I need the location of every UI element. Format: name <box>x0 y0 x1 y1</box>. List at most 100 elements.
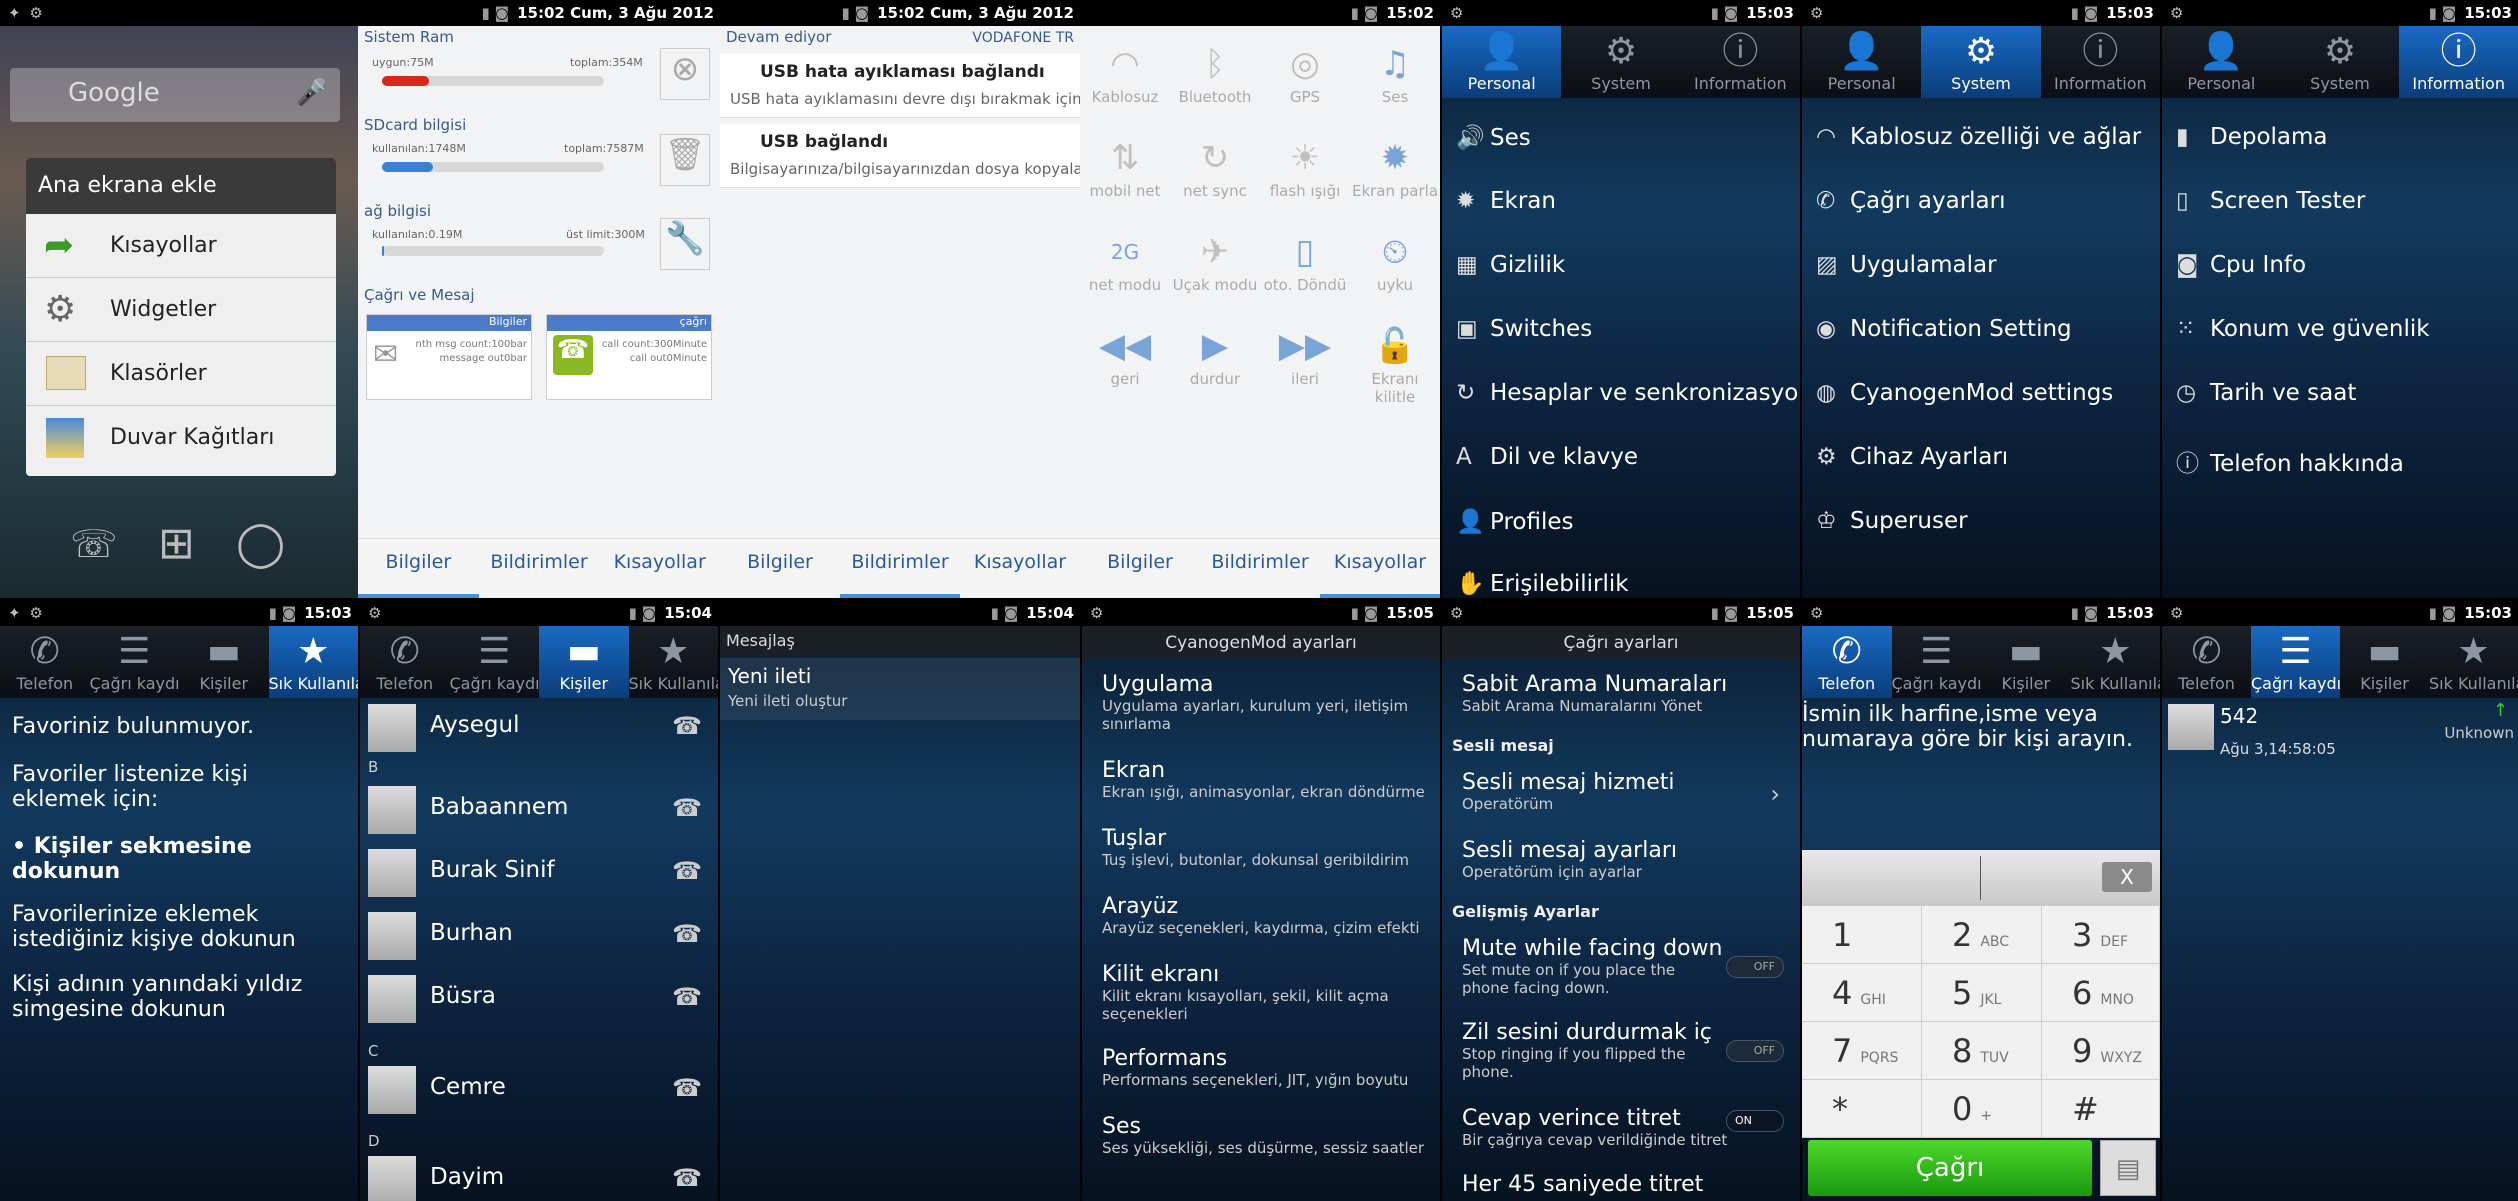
tab-system[interactable]: ⚙ System <box>1921 26 2041 98</box>
ram-clean-button[interactable]: ⊗ <box>660 48 710 100</box>
tab-system[interactable]: ⚙ System <box>1561 26 1680 98</box>
clear-button[interactable]: X <box>2102 862 2152 892</box>
item-applications[interactable]: ▨ Uygulamalar <box>1816 252 1997 278</box>
menu-folders[interactable]: Klasörler <box>26 342 336 406</box>
mute-facing-down-item[interactable]: Mute while facing down Set mute on if you… <box>1462 936 1790 997</box>
tab-information[interactable]: ⓘ Information <box>2399 26 2518 98</box>
cm-item-performance[interactable]: Performans Performans seçenekleri, JIT, y… <box>1102 1046 1430 1089</box>
key-9[interactable]: 9 WXYZ <box>2042 1022 2160 1080</box>
toggle-brightness[interactable]: ✹ Ekran parla <box>1350 134 1440 200</box>
item-switches[interactable]: ▣ Switches <box>1456 316 1592 342</box>
item-screen-tester[interactable]: ▯ Screen Tester <box>2176 188 2365 214</box>
item-date-time[interactable]: ◷ Tarih ve saat <box>2176 380 2356 406</box>
tab-notifications[interactable]: Bildirimler <box>840 539 960 598</box>
item-cpu-info[interactable]: ◙ Cpu Info <box>2176 252 2306 278</box>
toggle-sync[interactable]: ↻ net sync <box>1170 134 1260 200</box>
cm-item-interface[interactable]: Arayüz Arayüz seçenekleri, kaydırma, çizi… <box>1102 894 1430 937</box>
toggle-bluetooth[interactable]: ᛒ Bluetooth <box>1170 40 1260 106</box>
key-7[interactable]: 7 PQRS <box>1802 1022 1922 1080</box>
item-about[interactable]: ⓘ Telefon hakkında <box>2176 444 2404 478</box>
tab-call-log[interactable]: ☰ Çağrı kaydı <box>2251 626 2340 698</box>
toggle-autorotate[interactable]: ▯ oto. Döndü <box>1260 228 1350 294</box>
mic-icon[interactable]: 🎤 <box>296 78 328 108</box>
contact-row[interactable]: Babaannem ☎ <box>368 780 710 836</box>
contact-row[interactable]: Dayim ☎ <box>368 1150 710 1201</box>
flip-stop-ringing-item[interactable]: Zil sesini durdurmak için Stop ringing if… <box>1462 1020 1790 1081</box>
key-star[interactable]: * <box>1802 1080 1922 1138</box>
media-prev[interactable]: ◀◀ geri <box>1080 322 1170 388</box>
key-3[interactable]: 3 DEF <box>2042 906 2160 964</box>
call-card[interactable]: çağrı ☎ call count:300Minute call out0Mi… <box>546 314 712 400</box>
toggle-mobile-data[interactable]: ⇅ mobil net <box>1080 134 1170 200</box>
item-notification[interactable]: ◉ Notification Setting <box>1816 316 2072 342</box>
cm-item-sound[interactable]: Ses Ses yüksekliği, ses düşürme, sessiz s… <box>1102 1114 1430 1157</box>
toggle-sleep[interactable]: ⏲ uyku <box>1350 228 1440 294</box>
tab-contacts[interactable]: ▬ Kişiler <box>539 626 629 698</box>
toggle-off[interactable]: OFF <box>1726 956 1784 978</box>
apps-grid-icon[interactable]: ⊞ <box>158 518 195 569</box>
call-button[interactable]: Çağrı <box>1808 1140 2092 1196</box>
tab-information[interactable]: ⓘ Information <box>2041 26 2160 98</box>
message-card[interactable]: Bilgiler ✉ nth msg count:100bar message … <box>366 314 532 400</box>
key-8[interactable]: 8 TUV <box>1922 1022 2042 1080</box>
tab-phone[interactable]: ✆ Telefon <box>1802 626 1892 698</box>
tab-contacts[interactable]: ▬ Kişiler <box>1981 626 2071 698</box>
item-location[interactable]: ⁙ Konum ve güvenlik <box>2176 316 2430 342</box>
tab-contacts[interactable]: ▬ Kişiler <box>179 626 269 698</box>
cm-item-buttons[interactable]: Tuşlar Tuş işlevi, butonlar, dokunsal ger… <box>1102 826 1430 869</box>
item-superuser[interactable]: ♔ Superuser <box>1816 508 1968 534</box>
item-storage[interactable]: ▮ Depolama <box>2176 124 2328 150</box>
phone-icon[interactable]: ☏ <box>70 522 118 566</box>
item-accessibility[interactable]: ✋ Erişilebilirlik <box>1456 570 1629 597</box>
dial-input[interactable]: X <box>1802 850 2160 906</box>
tab-shortcuts[interactable]: Kısayollar <box>1320 539 1440 598</box>
toggle-lock[interactable]: 🔓 Ekranı kilitle <box>1350 322 1440 406</box>
cm-item-application[interactable]: Uygulama Uygulama ayarları, kurulum yeri,… <box>1102 672 1430 733</box>
notification-usb-debug[interactable]: USB hata ayıklaması bağlandı USB hata ay… <box>720 54 1080 118</box>
tab-phone[interactable]: ✆ Telefon <box>360 626 450 698</box>
tab-info[interactable]: Bilgiler <box>358 539 479 598</box>
tab-call-log[interactable]: ☰ Çağrı kaydı <box>1892 626 1982 698</box>
media-next[interactable]: ▶▶ ileri <box>1260 322 1350 388</box>
tab-information[interactable]: ⓘ Information <box>1681 26 1800 98</box>
vibrate-on-answer-item[interactable]: Cevap verince titret Bir çağrıya cevap ve… <box>1462 1106 1790 1149</box>
tab-system[interactable]: ⚙ System <box>2281 26 2400 98</box>
tab-call-log[interactable]: ☰ Çağrı kaydı <box>90 626 180 698</box>
voicemail-settings-item[interactable]: Sesli mesaj ayarları Operatörüm için ayar… <box>1462 838 1790 881</box>
cm-item-display[interactable]: Ekran Ekran ışığı, animasyonlar, ekran dö… <box>1102 758 1430 801</box>
tab-call-log[interactable]: ☰ Çağrı kaydı <box>450 626 540 698</box>
tab-favorites[interactable]: ★Sık Kullanılanlar <box>629 626 719 698</box>
item-wireless[interactable]: ◠ Kablosuz özelliği ve ağlar <box>1816 124 2141 150</box>
voicemail-service-item[interactable]: Sesli mesaj hizmeti Operatörüm › <box>1462 770 1790 813</box>
key-5[interactable]: 5 JKL <box>1922 964 2042 1022</box>
toggle-on[interactable]: ON <box>1726 1110 1784 1132</box>
tab-favorites[interactable]: ★Sık Kullanılanlar <box>268 626 358 698</box>
item-cyanogenmod[interactable]: ◍ CyanogenMod settings <box>1816 380 2113 406</box>
contact-row[interactable]: Büsra ☎ <box>368 969 710 1025</box>
key-2[interactable]: 2 ABC <box>1922 906 2042 964</box>
contact-row[interactable]: Aysegul ☎ <box>368 698 710 754</box>
menu-wallpapers[interactable]: Duvar Kağıtları <box>26 406 336 470</box>
call-log-row[interactable]: 542 Ağu 3,14:58:05 ↑ Unknown <box>2162 700 2518 766</box>
toggle-flashlight[interactable]: ☀ flash ışığı <box>1260 134 1350 200</box>
key-hash[interactable]: # <box>2042 1080 2160 1138</box>
menu-widgets[interactable]: ⚙ Widgetler <box>26 278 336 342</box>
new-message-item[interactable]: Yeni ileti Yeni ileti oluştur <box>720 658 1080 720</box>
key-1[interactable]: 1 <box>1802 906 1922 964</box>
tab-info[interactable]: Bilgiler <box>1080 539 1200 598</box>
contact-row[interactable]: Cemre ☎ <box>368 1060 710 1116</box>
tab-favorites[interactable]: ★Sık Kullanılanlar <box>2071 626 2161 698</box>
google-search-bar[interactable]: Google 🎤 <box>10 68 340 122</box>
cm-item-lockscreen[interactable]: Kilit ekranı Kilit ekranı kısayolları, şe… <box>1102 962 1430 1023</box>
tab-shortcuts[interactable]: Kısayollar <box>599 539 720 598</box>
toggle-wifi[interactable]: ◠ Kablosuz <box>1080 40 1170 106</box>
item-sound[interactable]: 🔊 Ses <box>1456 124 1531 151</box>
tab-phone[interactable]: ✆ Telefon <box>2162 626 2251 698</box>
key-0[interactable]: 0 + <box>1922 1080 2042 1138</box>
trash-icon[interactable]: 🗑 <box>660 134 710 186</box>
item-profiles[interactable]: 👤 Profiles <box>1456 508 1574 535</box>
contact-row[interactable]: Burak Sinif ☎ <box>368 843 710 899</box>
item-device[interactable]: ⚙ Cihaz Ayarları <box>1816 444 2008 470</box>
toggle-airplane[interactable]: ✈ Uçak modu <box>1170 228 1260 294</box>
browser-icon[interactable]: ◯ <box>236 518 285 569</box>
